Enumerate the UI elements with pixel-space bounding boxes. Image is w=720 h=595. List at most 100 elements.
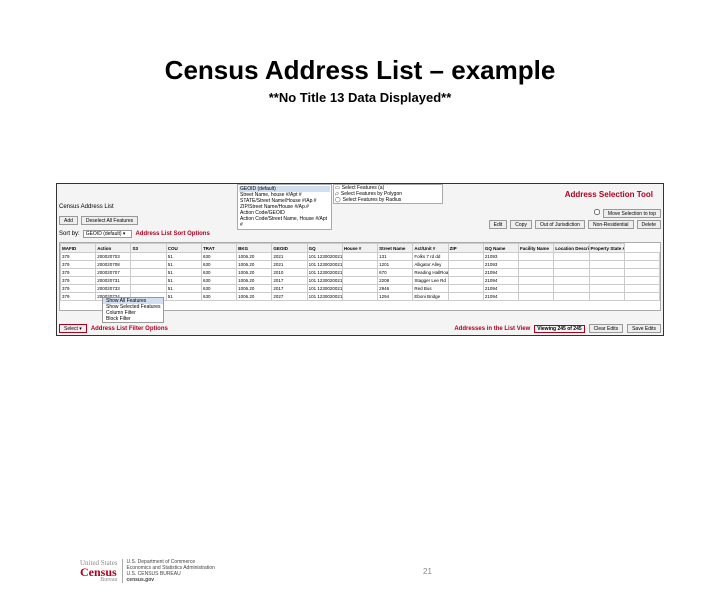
- census-app-frame: GEOID (default) Street Name, house #/Apt…: [56, 183, 664, 336]
- callout-filter-options: Address List Filter Options: [91, 326, 168, 332]
- col-header[interactable]: Act/Unit #: [413, 244, 448, 253]
- select-dropdown[interactable]: Select ▾: [59, 324, 87, 333]
- cell: Red Bus: [413, 285, 448, 293]
- cell: 21094: [483, 285, 518, 293]
- cell: [342, 253, 377, 261]
- col-header[interactable]: TRAT: [201, 244, 236, 253]
- filter-popup[interactable]: Show All Features Show Selected Features…: [102, 297, 164, 323]
- out-jurisdiction-button[interactable]: Out of Jurisdiction: [535, 220, 585, 229]
- cell: [342, 269, 377, 277]
- edit-button[interactable]: Edit: [489, 220, 508, 229]
- filter-option[interactable]: Block Filter: [103, 316, 163, 322]
- panel-title: Census Address List: [59, 204, 114, 210]
- col-header[interactable]: S3: [131, 244, 166, 253]
- sort-option[interactable]: Action Code/Street Name, House #/Apt #: [239, 216, 330, 228]
- sort-by-label: Sort by:: [59, 231, 80, 237]
- slide-subtitle: **No Title 13 Data Displayed**: [0, 90, 720, 105]
- cell: [519, 277, 554, 285]
- cell: [342, 285, 377, 293]
- table-row[interactable]: 379200020708516301006.202021101 12300200…: [61, 261, 660, 269]
- cell: 630: [201, 285, 236, 293]
- add-button[interactable]: Add: [59, 216, 78, 225]
- nonresidential-button[interactable]: Non-Residential: [588, 220, 634, 229]
- col-header[interactable]: GQ: [307, 244, 342, 253]
- cell: 200020703: [96, 253, 131, 261]
- col-header[interactable]: Property State Addr C: [589, 244, 624, 253]
- cell: 1006.20: [237, 293, 272, 301]
- copy-button[interactable]: Copy: [510, 220, 532, 229]
- table-row[interactable]: 379200020731516301006.202017101 12300200…: [61, 277, 660, 285]
- cell: 1006.20: [237, 253, 272, 261]
- cell: 51: [166, 285, 201, 293]
- cell: 21094: [483, 277, 518, 285]
- footer-text: U.S. Department of Commerce Economics an…: [122, 559, 215, 583]
- cell: 21094: [483, 269, 518, 277]
- cell: 630: [201, 253, 236, 261]
- col-header[interactable]: ZIP: [448, 244, 483, 253]
- table-row[interactable]: 379200020707516301006.202010101 12300200…: [61, 269, 660, 277]
- cell: [448, 261, 483, 269]
- cell: 1201: [378, 261, 413, 269]
- col-header[interactable]: Street Name: [378, 244, 413, 253]
- cell: 51: [166, 253, 201, 261]
- cell: 630: [201, 261, 236, 269]
- sort-dropdown-popup[interactable]: GEOID (default) Street Name, house #/Apt…: [237, 184, 332, 230]
- cell: 379: [61, 285, 96, 293]
- cell: [624, 277, 659, 285]
- census-logo: United States Census Bureau: [80, 559, 118, 583]
- table-row[interactable]: 379200020703 516301006.202021101 12300200…: [61, 253, 660, 261]
- col-header[interactable]: GEOID: [272, 244, 307, 253]
- select-radius-button[interactable]: ◯Select Features by Radius: [334, 197, 442, 203]
- cell: 200020733: [96, 285, 131, 293]
- move-top-checkbox[interactable]: [594, 209, 600, 215]
- cell: [519, 269, 554, 277]
- cell: 101 1230020021121: [307, 253, 342, 261]
- cell: 1006.20: [237, 261, 272, 269]
- left-toolbar: Add Deselect All Features: [59, 216, 138, 225]
- cell: 101 1230020021327: [307, 293, 342, 301]
- cell: 630: [201, 269, 236, 277]
- callout-list-view: Addresses in the List View: [454, 326, 530, 332]
- cell: Folks 7 rd dd: [413, 253, 448, 261]
- col-header[interactable]: House #: [342, 244, 377, 253]
- cell: 2021: [272, 253, 307, 261]
- cell: [519, 293, 554, 301]
- col-header[interactable]: COU: [166, 244, 201, 253]
- cell: [554, 269, 589, 277]
- col-header[interactable]: Action: [96, 244, 131, 253]
- cell: 200020708: [96, 261, 131, 269]
- cell: 21093: [483, 253, 518, 261]
- col-header[interactable]: Facility Name: [519, 244, 554, 253]
- col-header[interactable]: MAFID: [61, 244, 96, 253]
- col-header[interactable]: GQ Name: [483, 244, 518, 253]
- clear-edits-button[interactable]: Clear Edits: [589, 324, 623, 333]
- move-top-button[interactable]: Move Selection to top: [603, 209, 661, 218]
- cell: 131: [378, 253, 413, 261]
- cell: 2208: [378, 277, 413, 285]
- deselect-button[interactable]: Deselect All Features: [81, 216, 138, 225]
- cell: 2021: [272, 261, 307, 269]
- cell: 51: [166, 277, 201, 285]
- sort-by-select[interactable]: GEOID (default) ▾: [83, 230, 133, 238]
- cell: [519, 285, 554, 293]
- cell: 379: [61, 253, 96, 261]
- cell: [589, 261, 624, 269]
- cell: 51: [166, 269, 201, 277]
- cell: 200020707: [96, 269, 131, 277]
- cell: Stagger Lee Rd: [413, 277, 448, 285]
- col-header[interactable]: Location Description: [554, 244, 589, 253]
- slide-footer: United States Census Bureau U.S. Departm…: [80, 559, 640, 583]
- delete-button[interactable]: Delete: [637, 220, 661, 229]
- cell: [448, 285, 483, 293]
- cell: 101 1230020021017: [307, 269, 342, 277]
- save-edits-button[interactable]: Save Edits: [627, 324, 661, 333]
- action-toolbar: Edit Copy Out of Jurisdiction Non-Reside…: [489, 220, 661, 229]
- table-row[interactable]: 379200020733516301006.202017101 12300200…: [61, 285, 660, 293]
- col-header[interactable]: BKG: [237, 244, 272, 253]
- cell: 2017: [272, 285, 307, 293]
- cell: 379: [61, 269, 96, 277]
- cell: [448, 277, 483, 285]
- cell: 379: [61, 261, 96, 269]
- cell: [131, 269, 166, 277]
- cell: [554, 261, 589, 269]
